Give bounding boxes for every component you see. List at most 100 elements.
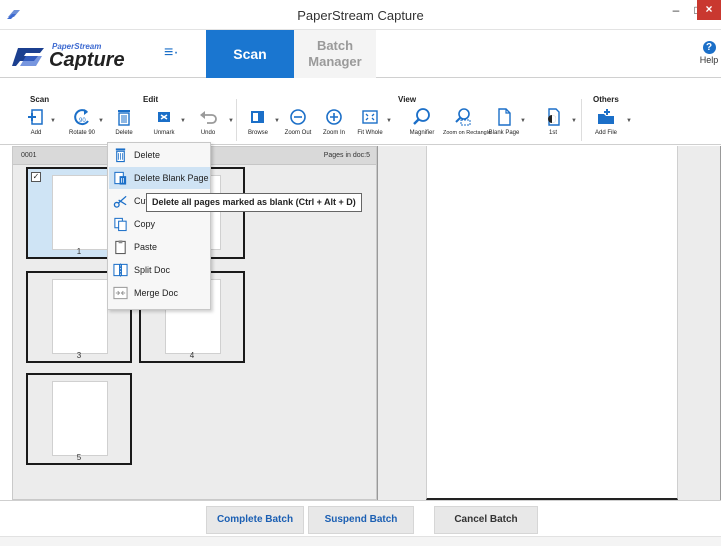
zoom-on-rectangle-label: Zoom on Rectangle	[443, 130, 491, 136]
undo-button[interactable]: Undo ▼	[188, 106, 234, 137]
add-file-label: Add File	[594, 130, 617, 136]
pages-count: Pages in doc:5	[323, 152, 370, 159]
rotate-90-button[interactable]: 90 Rotate 90 ▼	[62, 106, 104, 137]
menu-item-label: Paste	[134, 242, 158, 252]
first-page-button[interactable]: 1st ▼	[533, 106, 577, 137]
group-label-edit: Edit	[143, 95, 159, 104]
browse-label: Browse	[247, 130, 268, 136]
toolbar-ribbon: Scan Edit View Others Add ▼ 90 Rotate 90…	[0, 79, 721, 145]
menu-item-delete[interactable]: Delete	[109, 144, 210, 166]
page-number: 3	[76, 351, 82, 360]
undo-label: Undo	[200, 130, 216, 136]
fit-whole-icon	[362, 110, 378, 124]
viewer-page	[426, 146, 678, 500]
menu-item-paste[interactable]: Paste	[109, 236, 210, 258]
zoom-rectangle-icon	[455, 108, 471, 126]
suspend-batch-button[interactable]: Suspend Batch	[308, 506, 414, 534]
menu-item-split-doc[interactable]: Split Doc	[109, 259, 210, 281]
tab-batch-manager[interactable]: Batch Manager	[294, 30, 376, 78]
bottom-action-bar: Complete Batch Suspend Batch Cancel Batc…	[0, 500, 721, 536]
blank-page-label: Blank Page	[488, 130, 520, 136]
add-dropdown-icon[interactable]: ▼	[50, 118, 56, 124]
status-bar	[0, 536, 721, 546]
first-page-dropdown-icon[interactable]: ▼	[571, 118, 577, 124]
page-image	[52, 175, 108, 250]
magnifier-button[interactable]: Magnifier	[402, 106, 442, 137]
zoom-out-button[interactable]: Zoom Out	[278, 106, 318, 137]
menu-item-label: Delete Blank Page	[134, 173, 209, 183]
zoom-out-label: Zoom Out	[284, 130, 312, 136]
separator	[236, 99, 237, 141]
fit-whole-button[interactable]: Fit Whole ▼	[350, 106, 392, 137]
main-menu-button[interactable]: ≡·	[164, 44, 192, 64]
unmark-icon	[158, 112, 170, 122]
group-label-others: Others	[593, 95, 619, 104]
split-doc-icon	[113, 263, 128, 277]
zoom-in-button[interactable]: Zoom In	[314, 106, 354, 137]
trash-icon	[115, 148, 126, 163]
group-label-view: View	[398, 95, 417, 104]
first-page-icon	[548, 108, 560, 126]
fit-whole-dropdown-icon[interactable]: ▼	[386, 118, 392, 124]
blank-page-icon	[498, 108, 511, 126]
menu-item-delete-blank-page[interactable]: Delete Blank Page	[109, 167, 210, 189]
merge-doc-icon	[113, 286, 128, 300]
add-file-dropdown-icon[interactable]: ▼	[626, 118, 632, 124]
unmark-dropdown-icon[interactable]: ▼	[180, 118, 186, 124]
trash-icon	[118, 110, 130, 126]
title-bar: PaperStream Capture – □ ×	[0, 0, 721, 30]
app-logo: PaperStream Capture	[12, 40, 142, 71]
zoom-on-rectangle-button[interactable]: Zoom on Rectangle	[443, 106, 491, 137]
blank-page-dropdown-icon[interactable]: ▼	[520, 118, 526, 124]
paste-icon	[115, 240, 126, 255]
document-id: 0001	[21, 152, 37, 159]
browse-button[interactable]: Browse ▼	[238, 106, 280, 137]
undo-icon	[200, 111, 217, 124]
scissors-icon	[113, 195, 127, 208]
menu-item-label: Split Doc	[134, 265, 171, 275]
menu-item-merge-doc[interactable]: Merge Doc	[109, 282, 210, 304]
fit-whole-label: Fit Whole	[357, 130, 383, 136]
menu-item-label: Merge Doc	[134, 288, 179, 298]
add-file-icon	[598, 109, 614, 124]
zoom-in-label: Zoom In	[322, 130, 345, 136]
blank-page-button[interactable]: Blank Page ▼	[484, 106, 526, 137]
copy-icon	[114, 217, 127, 232]
page-number: 5	[76, 453, 82, 462]
help-button[interactable]: ? Help	[698, 41, 720, 65]
undo-dropdown-icon[interactable]: ▼	[228, 118, 234, 124]
browse-icon	[251, 111, 264, 123]
group-label-scan: Scan	[30, 95, 50, 104]
zoom-out-icon	[290, 109, 306, 125]
page-thumbnail[interactable]: 5	[26, 373, 132, 465]
app-header: PaperStream Capture ≡· Scan Batch Manage…	[0, 30, 721, 78]
page-viewer[interactable]	[377, 146, 721, 500]
unmark-button[interactable]: Unmark ▼	[144, 106, 186, 137]
rotate-90-label: Rotate 90	[68, 130, 96, 136]
add-page-icon	[28, 109, 43, 125]
menu-item-label: Delete	[134, 150, 161, 160]
page-checkbox[interactable]: ✓	[31, 172, 41, 182]
tab-scan[interactable]: Scan	[206, 30, 294, 78]
help-icon: ?	[702, 41, 716, 54]
close-button[interactable]: ×	[697, 0, 721, 20]
delete-button[interactable]: Delete	[104, 106, 144, 137]
add-file-button[interactable]: Add File ▼	[586, 106, 632, 137]
add-button[interactable]: Add ▼	[16, 106, 56, 137]
tooltip: Delete all pages marked as blank (Ctrl +…	[146, 193, 362, 212]
logo-text: Capture	[49, 49, 125, 71]
menu-item-label: Copy	[134, 219, 156, 229]
tab-batch-manager-label: Batch Manager	[308, 38, 362, 69]
menu-item-copy[interactable]: Copy	[109, 213, 210, 235]
logo-mark-icon	[12, 48, 44, 66]
add-label: Add	[30, 130, 42, 136]
delete-blank-page-icon	[114, 171, 127, 185]
first-page-label: 1st	[548, 130, 557, 136]
unmark-label: Unmark	[153, 130, 175, 136]
rotate-icon: 90	[74, 109, 89, 126]
complete-batch-button[interactable]: Complete Batch	[206, 506, 304, 534]
cancel-batch-button[interactable]: Cancel Batch	[434, 506, 538, 534]
help-label: Help	[699, 55, 719, 65]
page-image	[52, 381, 108, 456]
magnifier-label: Magnifier	[409, 130, 435, 136]
